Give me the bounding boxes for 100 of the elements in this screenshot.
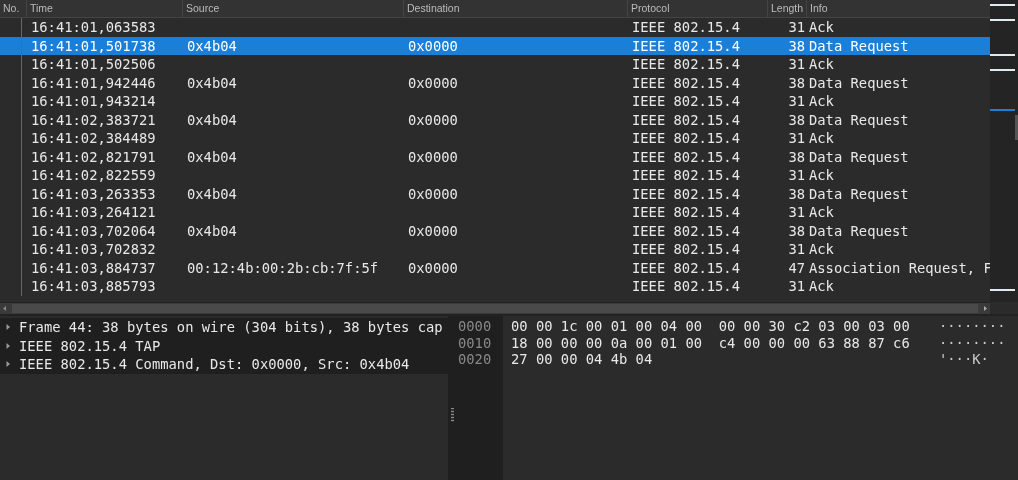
packet-row[interactable]: 16:41:02,821791 0x4b04 0x0000 IEEE 802.15.4 38 Data Request [0,147,990,166]
column-header[interactable]: Time [27,0,183,17]
packet-row[interactable]: 16:41:02,383721 0x4b04 0x0000 IEEE 802.15.4 38 Data Request [0,110,990,129]
byte-offset: 0010 [458,334,493,351]
packet-row[interactable]: 16:41:02,822559 IEEE 802.15.4 31 Ack [0,166,990,185]
table-cell-text: 31 [787,277,806,296]
table-cell-text: 0x0000 [407,258,459,277]
expander-icon[interactable] [4,323,12,332]
table-cell-text: IEEE 802.15.4 [631,36,741,55]
table-cell-text: Ack [808,203,835,222]
ascii-bytes: ········ [939,318,1006,335]
table-cell-text: 0x4b04 [186,147,238,166]
packet-minimap-drawing[interactable] [990,0,1018,302]
table-cell-text: 16:41:03,884737 [30,258,157,277]
hex-bytes: 00 00 1c 00 01 00 04 00 00 00 30 c2 03 00 03 00 [511,318,911,335]
table-cell-text: 16:41:01,063583 [30,18,157,37]
detail-tree-item[interactable]: Frame 44: 38 bytes on wire (304 bits), 38 bytes cap [0,318,448,337]
column-header[interactable]: Length [768,0,807,17]
table-cell-text: 38 [787,73,806,92]
table-cell-text: 31 [787,92,806,111]
table-cell-text: 0x0000 [407,147,459,166]
table-cell-text: 31 [787,166,806,185]
table-cell-text: Data Request [808,36,910,55]
hex-bytes: 18 00 00 00 0a 00 01 00 c4 00 00 00 63 88 87 c6 [511,334,911,351]
table-cell-text: IEEE 802.15.4 [631,147,741,166]
packet-row[interactable]: 16:41:03,885793 IEEE 802.15.4 31 Ack [0,277,990,296]
table-cell-text: Ack [808,240,835,259]
table-cell-text: 16:41:03,702064 [30,221,157,240]
table-cell-text: Data Request [808,221,910,240]
column-header[interactable]: Info [807,0,990,17]
packet-row[interactable]: 16:41:03,264121 IEEE 802.15.4 31 Ack [0,203,990,222]
detail-tree-item[interactable]: IEEE 802.15.4 Command, Dst: 0x0000, Src: 0x4b04 [0,355,448,374]
column-header[interactable]: Source [183,0,404,17]
table-cell-text: 16:41:01,501738 [30,36,157,55]
packet-row[interactable]: 16:41:03,702832 IEEE 802.15.4 31 Ack [0,240,990,259]
table-cell-text: 16:41:02,822559 [30,166,157,185]
table-cell-text: 0x4b04 [186,73,238,92]
ascii-bytes: '···K· [939,351,989,368]
byte-offset: 0020 [458,351,493,368]
table-cell-text: 16:41:03,263353 [30,184,157,203]
table-cell-text: IEEE 802.15.4 [631,221,741,240]
table-cell-text: Data Request [808,110,910,129]
table-cell-text: 0x0000 [407,221,459,240]
table-cell-text: 38 [787,147,806,166]
table-cell-text: 0x0000 [407,184,459,203]
table-cell-text: 0x0000 [407,36,459,55]
table-cell-text: IEEE 802.15.4 [631,18,741,37]
table-cell-text: IEEE 802.15.4 [631,258,741,277]
table-cell-text: IEEE 802.15.4 [631,184,741,203]
table-cell-text: IEEE 802.15.4 [631,110,741,129]
packet-row[interactable]: 16:41:01,942446 0x4b04 0x0000 IEEE 802.15.4 38 Data Request [0,73,990,92]
table-cell-text: 38 [787,110,806,129]
table-cell-text: 31 [787,55,806,74]
table-cell-text: 0x0000 [407,73,459,92]
expander-icon[interactable] [4,341,12,350]
table-cell-text: 0x0000 [407,110,459,129]
table-cell-text: 31 [787,203,806,222]
table-cell-text: IEEE 802.15.4 [631,166,741,185]
table-cell-text: 16:41:03,264121 [30,203,157,222]
table-cell-text: Ack [808,277,835,296]
packet-row[interactable]: 16:41:01,943214 IEEE 802.15.4 31 Ack [0,92,990,111]
table-cell-text: IEEE 802.15.4 [631,55,741,74]
packet-row[interactable]: 16:41:01,502506 IEEE 802.15.4 31 Ack [0,55,990,74]
packet-row[interactable]: 16:41:01,063583 IEEE 802.15.4 31 Ack [0,18,990,37]
horizontal-scrollbar[interactable] [0,302,990,314]
table-cell-text: 16:41:01,502506 [30,55,157,74]
column-header[interactable]: Destination [404,0,628,17]
table-cell-text: 16:41:02,384489 [30,129,157,148]
splitter-handle[interactable] [451,408,454,422]
packet-row[interactable]: 16:41:02,384489 IEEE 802.15.4 31 Ack [0,129,990,148]
table-cell-text: Ack [808,129,835,148]
table-cell-text: 16:41:03,702832 [30,240,157,259]
table-cell-text: 16:41:03,885793 [30,277,157,296]
table-cell-text: Ack [808,18,835,37]
table-cell-text: 00:12:4b:00:2b:cb:7f:5f [186,258,380,277]
table-cell-text: 16:41:01,943214 [30,92,157,111]
table-cell-text: 31 [787,129,806,148]
table-cell-text: IEEE 802.15.4 [631,240,741,259]
packet-row[interactable]: 16:41:01,501738 0x4b04 0x0000 IEEE 802.15.4 38 Data Request [0,36,990,55]
table-cell-text: Ack [808,55,835,74]
table-cell-text: 47 [787,258,806,277]
table-cell-text: IEEE 802.15.4 [631,277,741,296]
table-cell-text: 31 [787,18,806,37]
packet-row[interactable]: 16:41:03,702064 0x4b04 0x0000 IEEE 802.15.4 38 Data Request [0,221,990,240]
table-cell-text: 0x4b04 [186,184,238,203]
table-cell-text: 38 [787,36,806,55]
packet-row[interactable]: 16:41:03,263353 0x4b04 0x0000 IEEE 802.15.4 38 Data Request [0,184,990,203]
table-cell-text: IEEE 802.15.4 [631,203,741,222]
table-cell-text: 16:41:01,942446 [30,73,157,92]
table-cell-text: Ack [808,92,835,111]
table-cell-text: 0x4b04 [186,36,238,55]
expander-icon[interactable] [4,360,12,369]
column-header[interactable]: Protocol [628,0,768,17]
table-cell-text: 38 [787,221,806,240]
column-header[interactable]: No. [0,0,27,17]
table-cell-text: 38 [787,184,806,203]
table-cell-text: IEEE 802.15.4 [631,129,741,148]
ascii-bytes: ········ [939,334,1006,351]
table-cell-text: Ack [808,166,835,185]
table-cell-text: IEEE 802.15.4 [631,92,741,111]
